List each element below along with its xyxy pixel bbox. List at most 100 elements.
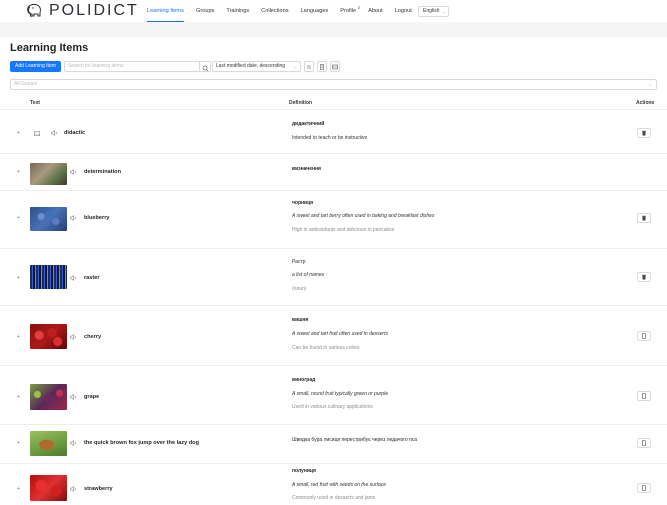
speaker-icon[interactable] xyxy=(51,130,58,136)
sort-select-value: Last modified date, descending xyxy=(215,63,286,69)
trash-icon xyxy=(642,130,646,136)
edit-button[interactable] xyxy=(637,438,651,448)
nav-about[interactable]: About xyxy=(368,0,383,22)
expand-row-button[interactable]: + xyxy=(17,215,20,221)
item-thumbnail xyxy=(30,431,67,456)
language-select-value: English xyxy=(423,8,440,14)
elephant-logo-icon xyxy=(27,3,41,18)
translation-text: чорниця xyxy=(292,200,314,206)
profile-badge: 2 xyxy=(357,5,361,10)
table-row: + didactic дидактичний Intended to teach… xyxy=(0,111,667,154)
search-input[interactable]: Search for learning items xyxy=(68,62,124,71)
translation-text: дидактичний xyxy=(292,121,325,127)
main-nav: Learning Items Groups Trainings Collecti… xyxy=(147,0,424,22)
definition-text: A small, red fruit with seeds on the sur… xyxy=(292,482,387,488)
nav-logout[interactable]: Logout xyxy=(395,0,412,22)
trash-icon xyxy=(642,215,646,221)
translation-text: полуниця xyxy=(292,468,316,474)
definition-text: A small, round fruit typically green or … xyxy=(292,391,388,397)
delete-button[interactable] xyxy=(637,272,651,282)
definition-text: A sweet and tart fruit often used in des… xyxy=(292,331,388,337)
learning-item-text: determination xyxy=(84,169,121,175)
item-thumbnail xyxy=(30,384,67,410)
speaker-icon[interactable] xyxy=(70,334,77,340)
chevron-down-icon: ⌄ xyxy=(648,82,652,87)
table-row: + blueberry чорниця A sweet and tart ber… xyxy=(0,192,667,249)
nav-groups[interactable]: Groups xyxy=(196,0,214,22)
item-thumbnail xyxy=(30,163,67,185)
nav-languages[interactable]: Languages xyxy=(301,0,329,22)
item-thumbnail xyxy=(30,324,67,349)
header-divider-band xyxy=(0,22,667,37)
column-header-text: Text xyxy=(30,100,40,106)
list-view-button[interactable] xyxy=(316,61,327,72)
speaker-icon[interactable] xyxy=(70,440,77,446)
document-icon xyxy=(642,333,646,339)
sort-select[interactable]: Last modified date, descending ⌄ xyxy=(211,61,301,72)
table-row: + the quick brown fox jump over the lazy… xyxy=(0,426,667,464)
document-icon xyxy=(642,440,646,446)
document-icon xyxy=(642,393,646,399)
definition-text: A sweet and tart berry often used in bak… xyxy=(292,213,435,219)
edit-button[interactable] xyxy=(637,391,651,401)
grid-icon xyxy=(332,64,338,69)
logo[interactable]: POLIDICT xyxy=(26,2,139,20)
search-icon xyxy=(202,65,209,72)
delete-button[interactable] xyxy=(637,213,651,223)
trash-icon xyxy=(642,274,646,280)
learning-item-text: the quick brown fox jump over the lazy d… xyxy=(84,440,199,446)
expand-row-button[interactable]: + xyxy=(17,169,20,175)
expand-row-button[interactable]: + xyxy=(17,486,20,492)
note-text: Commonly used in desserts and jams xyxy=(292,495,376,501)
speaker-icon[interactable] xyxy=(70,486,77,492)
expand-row-button[interactable]: + xyxy=(17,275,20,281)
expand-row-button[interactable]: + xyxy=(17,394,20,400)
speaker-icon[interactable] xyxy=(70,169,77,175)
item-thumbnail xyxy=(30,207,67,231)
nav-profile[interactable]: Profile 2 xyxy=(340,0,360,22)
column-header-actions: Actions xyxy=(636,100,655,106)
item-thumbnail xyxy=(30,265,67,289)
grid-view-button[interactable] xyxy=(329,61,340,72)
table-row: + cherry вишня A sweet and tart fruit of… xyxy=(0,307,667,366)
learning-item-text: raster xyxy=(84,275,100,281)
logo-text: POLIDICT xyxy=(49,2,139,19)
speaker-icon[interactable] xyxy=(70,275,77,281)
translation-text: Растр xyxy=(292,259,306,265)
nav-collections[interactable]: Collections xyxy=(261,0,288,22)
speaker-icon[interactable] xyxy=(70,215,77,221)
note-text: Can be found in various colors xyxy=(292,345,360,351)
search-button[interactable] xyxy=(198,61,210,72)
definition-text: Intended to teach or be instructive xyxy=(292,135,368,141)
document-icon xyxy=(642,485,646,491)
table-row: + raster Растр a list of names (noun) xyxy=(0,250,667,306)
learning-item-text: grape xyxy=(84,394,100,400)
add-learning-item-button[interactable]: Add Learning Item xyxy=(10,61,61,72)
note-text: High in antioxidants and delicious in pa… xyxy=(292,227,395,233)
edit-button[interactable] xyxy=(637,331,651,341)
delete-button[interactable] xyxy=(637,128,651,138)
nav-trainings[interactable]: Trainings xyxy=(226,0,249,22)
item-thumbnail xyxy=(30,475,67,501)
table-row: + determination визначення xyxy=(0,155,667,191)
translation-text: вишня xyxy=(292,317,309,323)
group-filter-select[interactable]: All Groups ⌄ xyxy=(10,79,657,90)
table-row: + grape виноград A small, round fruit ty… xyxy=(0,367,667,425)
nav-learning-items[interactable]: Learning Items xyxy=(147,0,185,22)
expand-row-button[interactable]: + xyxy=(17,440,20,446)
definition-text: a list of names xyxy=(292,272,325,278)
edit-button[interactable] xyxy=(637,483,651,493)
column-header-definition: Definition xyxy=(289,100,313,106)
language-select[interactable]: English ⌄ xyxy=(418,6,449,17)
search-box: Search for learning items xyxy=(63,61,211,72)
expand-row-button[interactable]: + xyxy=(17,334,20,340)
learning-item-text: cherry xyxy=(84,334,102,340)
table-header: Text Definition Actions xyxy=(0,96,667,110)
expand-row-button[interactable]: + xyxy=(17,130,20,136)
speaker-icon[interactable] xyxy=(70,394,77,400)
nav-profile-label: Profile xyxy=(340,8,357,14)
sort-direction-button[interactable] xyxy=(303,61,314,72)
note-text: (noun) xyxy=(292,286,307,292)
image-placeholder-icon xyxy=(34,131,40,136)
group-filter-placeholder: All Groups xyxy=(14,81,38,87)
